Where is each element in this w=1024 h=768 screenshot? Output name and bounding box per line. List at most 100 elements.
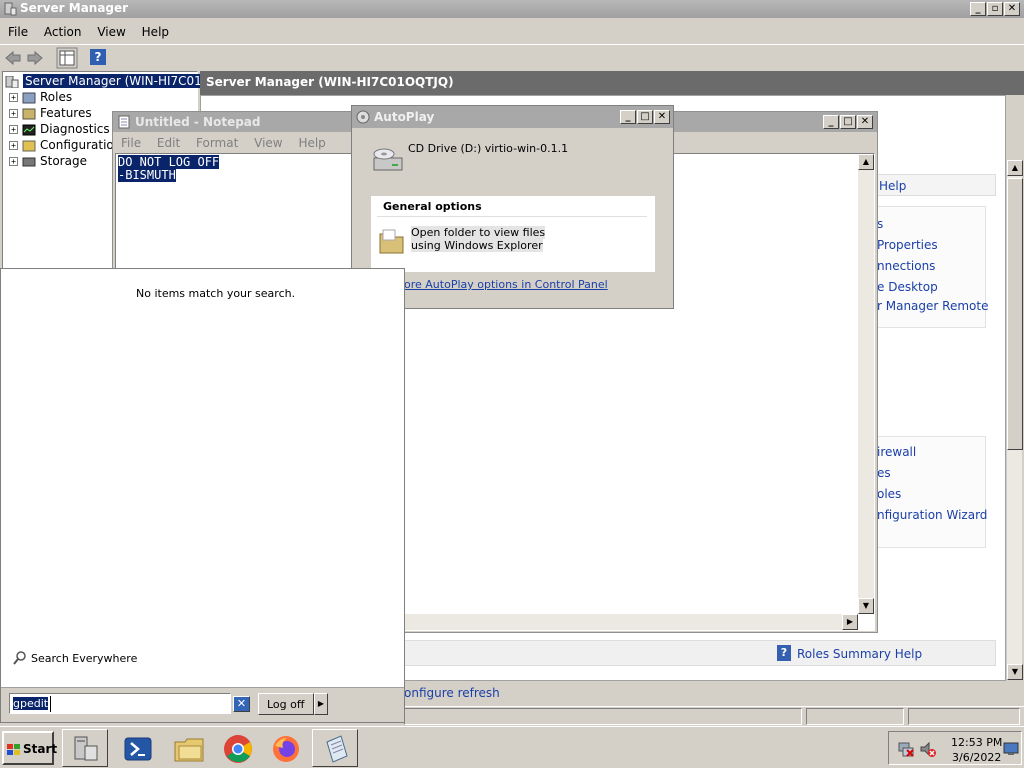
tree-item-storage[interactable]: + Storage <box>9 153 87 169</box>
notepad-line-1: DO NOT LOG OFF <box>118 155 220 169</box>
taskbar-firefox[interactable] <box>262 729 308 767</box>
action-link-manager-remote[interactable]: r Manager Remote <box>877 299 988 313</box>
status-pane-1 <box>404 708 802 725</box>
tree-root[interactable]: Server Manager (WIN-HI7C01OQT. <box>5 73 233 89</box>
tree-item-diagnostics[interactable]: + Diagnostics <box>9 121 110 137</box>
notepad-close-button[interactable]: ✕ <box>857 115 873 129</box>
actions-panel-1: s Properties nnections e Desktop r Manag… <box>874 206 988 328</box>
notepad-scroll-down-icon[interactable]: ▼ <box>858 598 874 614</box>
taskbar-explorer[interactable] <box>166 729 212 767</box>
magnifier-icon <box>13 651 27 665</box>
status-pane-3 <box>908 708 1020 725</box>
back-arrow-icon[interactable] <box>4 49 22 67</box>
notepad-line-2: -BISMUTH <box>118 168 176 182</box>
notepad-scroll-up-icon[interactable]: ▲ <box>858 154 874 170</box>
restore-button[interactable]: ▫ <box>987 2 1003 16</box>
notepad-menu-file[interactable]: File <box>115 134 147 152</box>
server-manager-title: Server Manager <box>20 1 129 15</box>
expand-icon[interactable]: + <box>9 157 18 166</box>
start-menu-bottom-bar: gpedit ✕ Log off ▶ <box>1 687 404 722</box>
diagnostics-icon <box>22 124 36 136</box>
content-scrollbar[interactable]: ▲ ▼ <box>1006 160 1023 680</box>
autoplay-options-panel: General options Open folder to view file… <box>371 196 655 272</box>
notepad-menu-view[interactable]: View <box>248 134 288 152</box>
taskbar-powershell[interactable] <box>114 729 160 767</box>
autoplay-minimize-button[interactable]: _ <box>620 110 636 124</box>
action-link-es[interactable]: es <box>877 466 891 480</box>
chrome-icon <box>223 734 253 764</box>
autoplay-close-button[interactable]: ✕ <box>654 110 670 124</box>
open-folder-option[interactable]: Open folder to view files using Windows … <box>375 224 651 260</box>
menu-view[interactable]: View <box>91 22 131 42</box>
notepad-icon <box>117 115 131 129</box>
clear-search-button[interactable]: ✕ <box>233 696 250 712</box>
network-icon[interactable] <box>897 740 915 758</box>
menu-action[interactable]: Action <box>38 22 88 42</box>
folder-task-icon <box>173 734 207 764</box>
volume-muted-icon[interactable] <box>919 740 937 758</box>
close-button[interactable]: ✕ <box>1004 2 1020 16</box>
action-link-firewall[interactable]: irewall <box>877 445 916 459</box>
windows-logo-icon <box>6 743 22 757</box>
notepad-text: DO NOT LOG OFF -BISMUTH <box>118 155 220 182</box>
options-divider <box>377 216 647 217</box>
content-header-title: Server Manager (WIN-HI7C01OQTJQ) <box>206 75 454 89</box>
help-link[interactable]: Help <box>879 179 906 193</box>
server-manager-task-icon <box>71 734 101 764</box>
expand-icon[interactable]: + <box>9 125 18 134</box>
notepad-scroll-right-icon[interactable]: ▶ <box>842 614 858 630</box>
start-button[interactable]: Start <box>2 731 57 765</box>
notepad-menu-help[interactable]: Help <box>292 134 331 152</box>
taskbar: Start 12:53 PM 3/6/2022 <box>0 726 1024 768</box>
log-off-label: Log off <box>267 698 305 711</box>
search-everywhere-label: Search Everywhere <box>31 652 138 665</box>
toolbar: ? <box>0 44 1024 70</box>
taskbar-chrome[interactable] <box>214 729 260 767</box>
notepad-menu-format[interactable]: Format <box>190 134 244 152</box>
roles-summary-help-link[interactable]: Roles Summary Help <box>797 647 922 661</box>
configure-refresh-link[interactable]: onfigure refresh <box>404 686 500 700</box>
server-manager-icon <box>3 2 17 16</box>
log-off-options-arrow-icon[interactable]: ▶ <box>314 693 328 715</box>
menu-file[interactable]: File <box>2 22 34 42</box>
action-link-roles[interactable]: oles <box>877 487 901 501</box>
more-autoplay-options-link[interactable]: ore AutoPlay options in Control Panel <box>404 278 608 291</box>
taskbar-notepad[interactable] <box>312 729 358 767</box>
notepad-menu-edit[interactable]: Edit <box>151 134 186 152</box>
action-link-properties[interactable]: Properties <box>877 238 938 252</box>
menu-help[interactable]: Help <box>136 22 175 42</box>
tree-item-configuration[interactable]: + Configuration <box>9 137 121 153</box>
tree-item-features[interactable]: + Features <box>9 105 92 121</box>
server-manager-titlebar[interactable]: Server Manager _ ▫ ✕ <box>0 0 1024 18</box>
taskbar-server-manager[interactable] <box>62 729 108 767</box>
console-tree-icon[interactable] <box>56 47 78 69</box>
open-folder-line-2: using Windows Explorer <box>411 239 543 252</box>
system-tray: 12:53 PM 3/6/2022 <box>888 731 1022 765</box>
expand-icon[interactable]: + <box>9 141 18 150</box>
expand-icon[interactable]: + <box>9 109 18 118</box>
expand-icon[interactable]: + <box>9 93 18 102</box>
help-panel-header: Help <box>874 174 996 196</box>
help-icon[interactable]: ? <box>90 49 106 65</box>
start-search-value: gpedit <box>13 697 49 710</box>
clock-date[interactable]: 3/6/2022 <box>952 751 1001 764</box>
minimize-button[interactable]: _ <box>970 2 986 16</box>
log-off-button[interactable]: Log off <box>258 693 314 715</box>
autoplay-titlebar[interactable]: AutoPlay _ □ ✕ <box>352 106 673 128</box>
start-search-input[interactable]: gpedit <box>9 693 231 714</box>
general-options-header: General options <box>383 200 482 213</box>
autoplay-maximize-button[interactable]: □ <box>637 110 653 124</box>
forward-arrow-icon[interactable] <box>26 49 44 67</box>
tree-item-roles[interactable]: + Roles <box>9 89 72 105</box>
action-link-config-wizard[interactable]: nfiguration Wizard <box>877 508 987 522</box>
show-desktop-icon[interactable] <box>1003 742 1019 756</box>
notepad-maximize-button[interactable]: □ <box>840 115 856 129</box>
notepad-vscroll[interactable]: ▲ ▼ <box>858 154 874 614</box>
cd-drive-label: CD Drive (D:) virtio-win-0.1.1 <box>408 142 569 155</box>
scroll-thumb[interactable] <box>1007 178 1023 450</box>
action-link-remote-desktop[interactable]: e Desktop <box>877 280 938 294</box>
notepad-minimize-button[interactable]: _ <box>823 115 839 129</box>
clock-time[interactable]: 12:53 PM <box>951 736 1002 749</box>
server-manager-menubar: File Action View Help <box>2 22 175 42</box>
action-link-connections[interactable]: nnections <box>877 259 935 273</box>
